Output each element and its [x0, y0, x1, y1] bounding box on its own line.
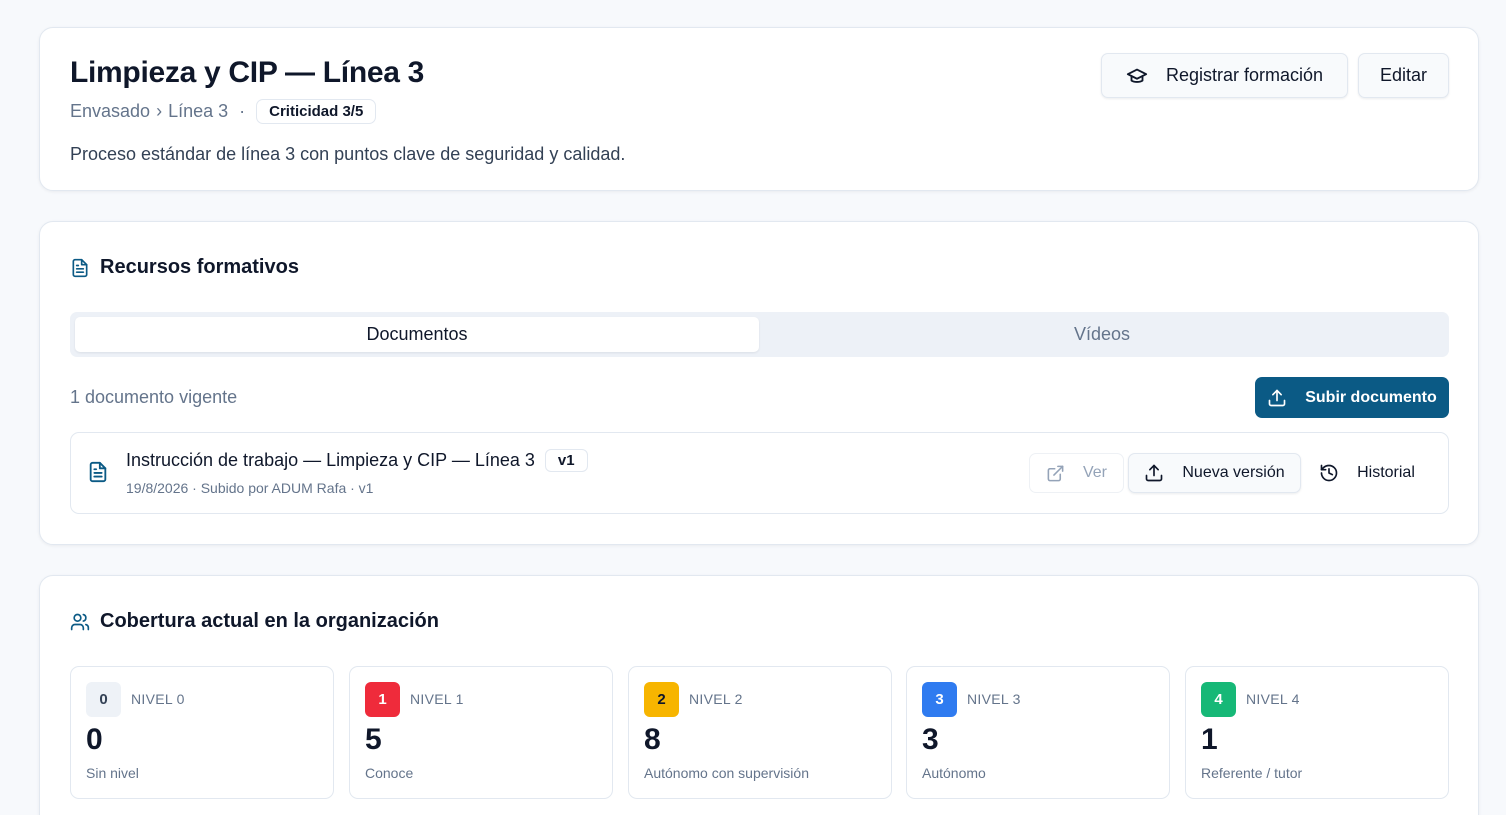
upload-icon [1268, 389, 1286, 406]
level-label: NIVEL 4 [1246, 691, 1300, 707]
breadcrumb-separator: › [156, 101, 163, 121]
resources-title: Recursos formativos [100, 256, 299, 278]
process-description: Proceso estándar de línea 3 con puntos c… [70, 144, 626, 164]
level-label: NIVEL 1 [410, 691, 464, 707]
process-header-card: Limpieza y CIP — Línea 3 Envasado › Líne… [39, 27, 1479, 191]
level-description: Autónomo con supervisión [644, 765, 809, 781]
meta-separator-dot: · [239, 101, 246, 121]
graduation-cap-icon [1126, 68, 1148, 83]
coverage-section-title: Cobertura actual en la organización [70, 610, 439, 633]
history-button[interactable]: Historial [1307, 453, 1427, 493]
level-badge: 0 [86, 682, 121, 717]
list-item: Instrucción de trabajo — Limpieza y CIP … [70, 432, 1449, 514]
level-label: NIVEL 3 [967, 691, 1021, 707]
breadcrumb-line[interactable]: Línea 3 [168, 101, 228, 122]
tab-documents[interactable]: Documentos [75, 317, 759, 352]
document-subtitle: 19/8/2026 · Subido por ADUM Rafa · v1 [126, 480, 374, 496]
level-count: 3 [922, 723, 939, 756]
document-icon [72, 258, 88, 277]
level-card-1: 1 NIVEL 1 5 Conoce [349, 666, 613, 799]
level-badge: 4 [1201, 682, 1236, 717]
level-count: 8 [644, 723, 661, 756]
external-link-icon [1047, 465, 1064, 481]
upload-icon [1146, 464, 1163, 482]
level-count: 0 [86, 723, 103, 756]
level-card-0: 0 NIVEL 0 0 Sin nivel [70, 666, 334, 799]
edit-label: Editar [1379, 65, 1428, 85]
upload-document-button[interactable]: Subir documento [1255, 377, 1449, 418]
new-version-label: Nueva versión [1182, 464, 1285, 481]
level-card-4: 4 NIVEL 4 1 Referente / tutor [1185, 666, 1449, 799]
upload-document-label: Subir documento [1305, 388, 1437, 406]
version-badge: v1 [544, 449, 588, 472]
document-title-row: Instrucción de trabajo — Limpieza y CIP … [126, 449, 588, 472]
coverage-title: Cobertura actual en la organización [100, 610, 439, 632]
edit-button[interactable]: Editar [1358, 53, 1449, 98]
level-badge: 2 [644, 682, 679, 717]
level-label: NIVEL 2 [689, 691, 743, 707]
level-count: 1 [1201, 723, 1218, 756]
level-description: Conoce [365, 765, 414, 781]
level-badge: 3 [922, 682, 957, 717]
history-label: Historial [1357, 464, 1415, 481]
history-icon [1320, 464, 1338, 482]
tab-videos[interactable]: Vídeos [760, 317, 1444, 352]
coverage-card: Cobertura actual en la organización 0 NI… [39, 575, 1479, 815]
document-title[interactable]: Instrucción de trabajo — Limpieza y CIP … [126, 450, 535, 471]
criticality-badge: Criticidad 3/5 [256, 99, 377, 124]
view-label: Ver [1082, 464, 1107, 481]
level-count: 5 [365, 723, 382, 756]
document-count: 1 documento vigente [70, 387, 238, 407]
training-resources-card: Recursos formativos Documentos Vídeos 1 … [39, 221, 1479, 545]
resources-section-title: Recursos formativos [70, 256, 299, 279]
breadcrumb-area[interactable]: Envasado [70, 101, 150, 122]
level-card-2: 2 NIVEL 2 8 Autónomo con supervisión [628, 666, 892, 799]
register-training-button[interactable]: Registrar formación [1101, 53, 1348, 98]
level-card-3: 3 NIVEL 3 3 Autónomo [906, 666, 1170, 799]
level-description: Referente / tutor [1201, 765, 1303, 781]
register-training-label: Registrar formación [1165, 65, 1324, 85]
level-badge: 1 [365, 682, 400, 717]
level-label: NIVEL 0 [131, 691, 185, 707]
new-version-button[interactable]: Nueva versión [1128, 453, 1301, 493]
file-text-icon [89, 461, 107, 483]
level-description: Autónomo [922, 765, 986, 781]
breadcrumb: Envasado › Línea 3 · Criticidad 3/5 [70, 99, 377, 124]
resource-tabs: Documentos Vídeos [70, 312, 1449, 357]
users-icon [70, 613, 90, 630]
page-title: Limpieza y CIP — Línea 3 [70, 56, 425, 89]
level-description: Sin nivel [86, 765, 139, 781]
view-document-button[interactable]: Ver [1029, 453, 1124, 493]
